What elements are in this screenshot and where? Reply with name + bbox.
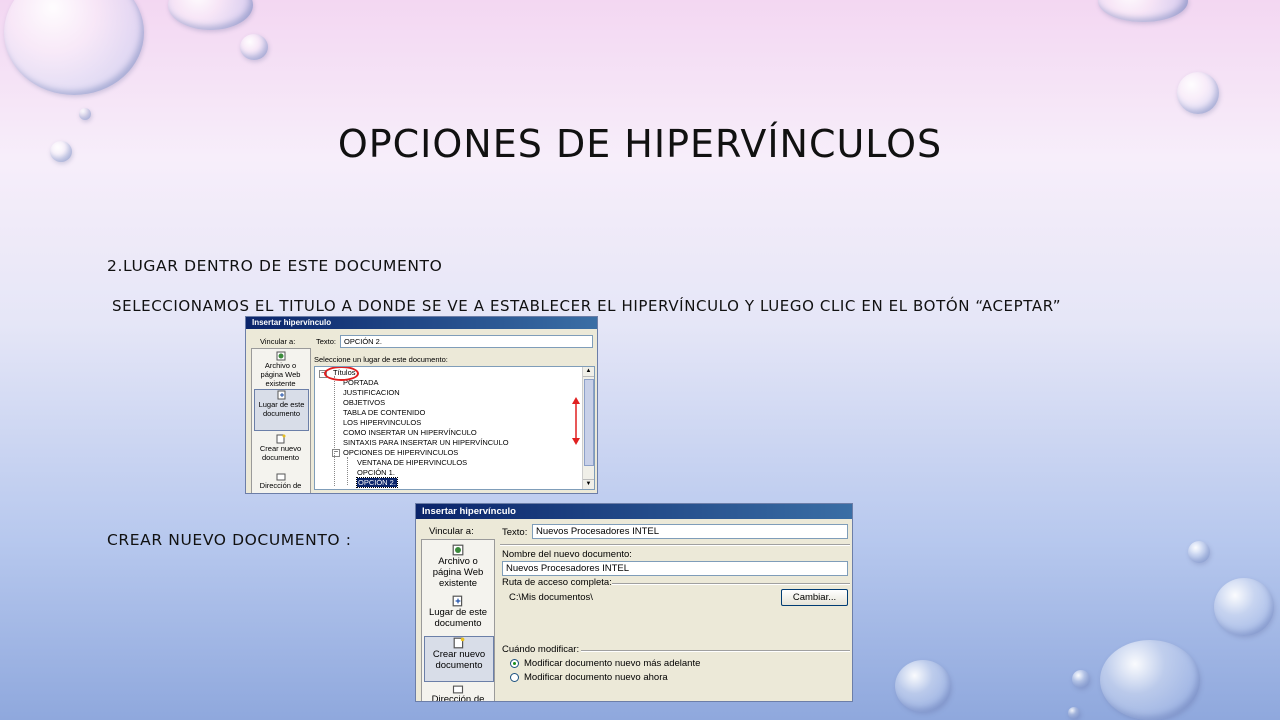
insert-hyperlink-dialog-place: Insertar hipervínculo Vincular a: Archiv… bbox=[245, 316, 598, 494]
tree-node[interactable]: VENTANA DE HIPERVINCULOS bbox=[357, 458, 467, 467]
water-drop-decoration bbox=[1068, 707, 1080, 719]
annotation-circle bbox=[324, 367, 359, 381]
nav-label: Dirección de bbox=[431, 694, 485, 702]
email-address-icon bbox=[276, 473, 285, 481]
tree-scrollbar[interactable]: ▲ ▼ bbox=[582, 367, 594, 489]
when-to-edit-label: Cuándo modificar: bbox=[502, 644, 580, 655]
nav-label: Dirección de bbox=[259, 481, 302, 490]
water-drop-decoration bbox=[1100, 640, 1200, 720]
radio-unselected-icon bbox=[510, 672, 519, 682]
nav-place-in-document-button[interactable]: Lugar de este documento bbox=[254, 389, 309, 431]
nav-label: Lugar de este documento bbox=[428, 607, 488, 629]
text-label: Texto: bbox=[316, 337, 337, 346]
text-to-display-input[interactable]: Nuevos Procesadores INTEL bbox=[532, 524, 848, 539]
new-document-icon bbox=[453, 637, 465, 649]
slide-title: OPCIONES DE HIPERVÍNCULOS bbox=[337, 122, 943, 166]
document-place-icon bbox=[277, 390, 285, 400]
annotation-arrow bbox=[572, 397, 580, 445]
new-document-name-input[interactable]: Nuevos Procesadores INTEL bbox=[502, 561, 848, 576]
tree-node[interactable]: COMO INSERTAR UN HIPERVÍNCULO bbox=[343, 428, 477, 437]
change-button[interactable]: Cambiar... bbox=[781, 589, 848, 606]
water-drop-decoration bbox=[168, 0, 253, 30]
link-to-panel: Archivo o página Web existente Lugar de … bbox=[421, 539, 495, 702]
document-places-tree[interactable]: − − Títulos PORTADA JUSTIFICACION OBJETI… bbox=[314, 366, 595, 490]
edit-later-radio[interactable]: Modificar documento nuevo más adelante bbox=[510, 658, 700, 669]
text-to-display-input[interactable]: OPCIÓN 2. bbox=[340, 335, 593, 348]
document-place-icon bbox=[452, 595, 463, 607]
new-document-name-label: Nombre del nuevo documento: bbox=[502, 549, 632, 560]
tree-node[interactable]: JUSTIFICACION bbox=[343, 388, 400, 397]
radio-selected-icon bbox=[510, 658, 519, 668]
water-drop-decoration bbox=[79, 108, 91, 120]
water-drop-decoration bbox=[240, 34, 268, 60]
nav-email-address-button[interactable]: Dirección de bbox=[424, 685, 492, 702]
radio-label: Modificar documento nuevo ahora bbox=[524, 672, 668, 683]
link-to-panel: Archivo o página Web existente Lugar de … bbox=[251, 348, 311, 493]
select-place-label: Seleccione un lugar de este documento: bbox=[314, 355, 448, 364]
tree-node-selected[interactable]: OPCIÓN 2. bbox=[356, 477, 398, 488]
dialog-title: Insertar hipervínculo bbox=[246, 317, 597, 329]
tree-node[interactable]: OPCIONES DE HIPERVINCULOS bbox=[343, 448, 458, 457]
new-document-icon bbox=[276, 434, 285, 444]
water-drop-decoration bbox=[1214, 578, 1274, 636]
nav-existing-file-button[interactable]: Archivo o página Web existente bbox=[254, 351, 307, 388]
web-page-icon bbox=[276, 351, 285, 361]
dialog-title: Insertar hipervínculo bbox=[416, 504, 852, 519]
nav-label: Crear nuevo documento bbox=[432, 649, 486, 671]
link-to-label: Vincular a: bbox=[260, 337, 296, 346]
nav-existing-file-button[interactable]: Archivo o página Web existente bbox=[424, 544, 492, 589]
tree-node[interactable]: OPCIÓN 1. bbox=[357, 468, 395, 477]
tree-node[interactable]: LOS HIPERVINCULOS bbox=[343, 418, 421, 427]
instruction-text: SELECCIONAMOS EL TITULO A DONDE SE VE A … bbox=[112, 297, 1062, 315]
full-path-value: C:\Mis documentos\ bbox=[509, 592, 593, 603]
water-drop-decoration bbox=[895, 660, 951, 712]
water-drop-decoration bbox=[1177, 72, 1219, 114]
water-drop-decoration bbox=[1072, 670, 1090, 688]
nav-label: Lugar de este documento bbox=[258, 400, 305, 418]
email-address-icon bbox=[452, 685, 464, 694]
water-drop-decoration bbox=[1188, 541, 1210, 563]
nav-label: Archivo o página Web existente bbox=[260, 361, 301, 388]
section-heading: 2.LUGAR DENTRO DE ESTE DOCUMENTO bbox=[107, 257, 443, 275]
edit-now-radio[interactable]: Modificar documento nuevo ahora bbox=[510, 672, 668, 683]
tree-node[interactable]: SINTAXIS PARA INSERTAR UN HIPERVÍNCULO bbox=[343, 438, 509, 447]
nav-new-document-button[interactable]: Crear nuevo documento bbox=[254, 434, 307, 470]
water-drop-decoration bbox=[4, 0, 144, 95]
nav-label: Crear nuevo documento bbox=[259, 444, 302, 462]
tree-node[interactable]: OBJETIVOS bbox=[343, 398, 385, 407]
nav-new-document-button[interactable]: Crear nuevo documento bbox=[424, 636, 494, 682]
nav-email-address-button[interactable]: Dirección de bbox=[254, 473, 307, 493]
water-drop-decoration bbox=[1098, 0, 1188, 22]
full-path-label: Ruta de acceso completa: bbox=[502, 577, 612, 588]
text-label: Texto: bbox=[502, 527, 528, 538]
web-page-icon bbox=[452, 544, 464, 556]
insert-hyperlink-dialog-new-document: Insertar hipervínculo Vincular a: Archiv… bbox=[415, 503, 853, 702]
nav-label: Archivo o página Web existente bbox=[432, 556, 484, 589]
radio-label: Modificar documento nuevo más adelante bbox=[524, 658, 701, 669]
link-to-label: Vincular a: bbox=[429, 526, 474, 537]
nav-place-in-document-button[interactable]: Lugar de este documento bbox=[424, 595, 492, 633]
create-new-document-heading: CREAR NUEVO DOCUMENTO : bbox=[107, 531, 352, 549]
tree-node[interactable]: TABLA DE CONTENIDO bbox=[343, 408, 425, 417]
